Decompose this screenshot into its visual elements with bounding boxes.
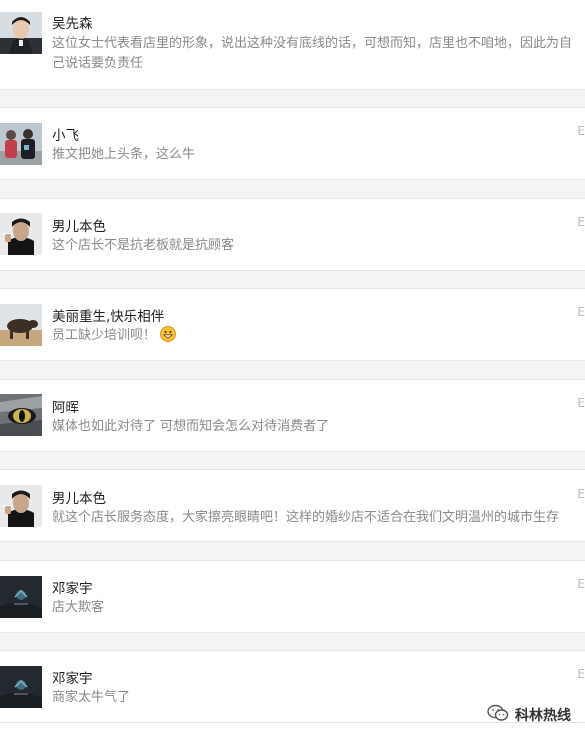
separator [0, 180, 585, 198]
comment-item[interactable]: 阿晖 媒体也如此对待了 可想而知会怎么对待消费者了 E [0, 379, 585, 452]
comment-text: 这位女士代表看店里的形象，说出这种没有底线的话，可想而知，店里也不咱地，因此为自… [52, 36, 573, 71]
clipped-timestamp: E [577, 396, 585, 410]
man-portrait-icon[interactable] [0, 12, 42, 54]
wolf-eye-icon[interactable] [0, 394, 42, 436]
wechat-icon [487, 704, 509, 726]
comment-text: 员工缺少培训呗！ [52, 328, 157, 343]
clipped-timestamp: E [577, 305, 585, 319]
comment-feed: 吴先森 这位女士代表看店里的形象，说出这种没有底线的话，可想而知，店里也不咱地，… [0, 0, 585, 740]
clipped-timestamp: E [577, 487, 585, 501]
watermark: 科林热线 [487, 704, 571, 726]
clipped-timestamp: E [577, 215, 585, 229]
comment-author: 男儿本色 [52, 219, 106, 235]
dark-logo-icon[interactable] [0, 666, 42, 708]
comment-text: 就这个店长服务态度，大家擦亮眼睛吧！这样的婚纱店不适合在我们文明温州的城市生存 [52, 510, 560, 525]
comment-item[interactable]: 美丽重生,快乐相伴 员工缺少培训呗！ E [0, 288, 585, 361]
separator [0, 361, 585, 379]
comment-item[interactable]: 小飞 推文把她上头条，这么牛 E [0, 107, 585, 180]
comment-author: 小飞 [52, 128, 79, 144]
couple-photo-icon[interactable] [0, 123, 42, 165]
comment-text: 店大欺客 [52, 600, 105, 615]
separator [0, 632, 585, 650]
dark-logo-icon[interactable] [0, 576, 42, 618]
comment-item[interactable]: 吴先森 这位女士代表看店里的形象，说出这种没有底线的话，可想而知，店里也不咱地，… [0, 0, 585, 90]
separator [0, 451, 585, 469]
comment-item[interactable]: 男儿本色 就这个店长服务态度，大家擦亮眼睛吧！这样的婚纱店不适合在我们文明温州的… [0, 469, 585, 542]
comment-author: 男儿本色 [52, 491, 106, 507]
comment-item[interactable]: 男儿本色 这个店长不是抗老板就是抗顾客 E [0, 198, 585, 271]
comment-text: 这个店长不是抗老板就是抗顾客 [52, 238, 235, 253]
clipped-timestamp: E [577, 667, 585, 681]
comment-text: 推文把她上头条，这么牛 [52, 147, 196, 162]
comment-author: 邓家宇 [52, 671, 93, 687]
comment-author: 阿晖 [52, 400, 79, 416]
watermark-text: 科林热线 [515, 708, 571, 724]
separator [0, 270, 585, 288]
man-smoking-icon[interactable] [0, 485, 42, 527]
comment-author: 美丽重生,快乐相伴 [52, 309, 165, 325]
comment-text-row: 员工缺少培训呗！ [52, 326, 582, 349]
comment-author: 邓家宇 [52, 581, 93, 597]
buffalo-photo-icon[interactable] [0, 304, 42, 346]
separator [0, 89, 585, 107]
separator [0, 542, 585, 560]
comment-text: 媒体也如此对待了 可想而知会怎么对待消费者了 [52, 419, 330, 434]
clipped-timestamp: E [577, 577, 585, 591]
clipped-timestamp: E [577, 124, 585, 138]
man-smoking-icon[interactable] [0, 213, 42, 255]
grinning-emoji-icon [160, 326, 177, 349]
comment-author: 吴先森 [52, 16, 93, 32]
comment-item[interactable]: 邓家宇 店大欺客 E [0, 560, 585, 633]
